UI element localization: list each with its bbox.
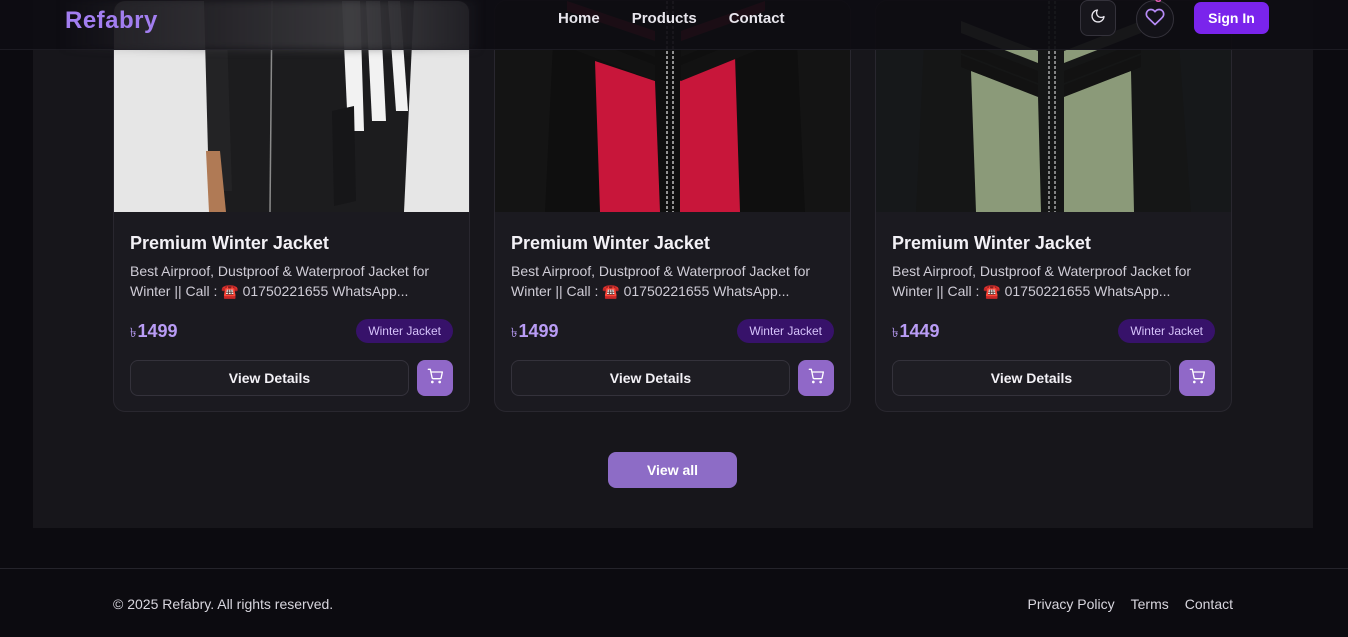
products-section: Premium Winter Jacket Best Airproof, Dus… — [33, 0, 1313, 528]
product-description: Best Airproof, Dustproof & Waterproof Ja… — [511, 263, 811, 299]
theme-toggle-button[interactable] — [1080, 0, 1116, 36]
product-card[interactable]: Premium Winter Jacket Best Airproof, Dus… — [494, 0, 851, 412]
product-price: ৳1499 — [130, 321, 178, 345]
currency-symbol: ৳ — [892, 325, 899, 340]
sign-in-button[interactable]: Sign In — [1194, 2, 1269, 34]
product-card[interactable]: Premium Winter Jacket Best Airproof, Dus… — [113, 0, 470, 412]
site-header: Refabry Home Products Contact 3 Sign In — [0, 0, 1348, 50]
product-description: Best Airproof, Dustproof & Waterproof Ja… — [130, 263, 430, 299]
category-badge: Winter Jacket — [356, 319, 453, 343]
view-details-button[interactable]: View Details — [130, 360, 409, 396]
product-card[interactable]: Premium Winter Jacket Best Airproof, Dus… — [875, 0, 1232, 412]
wishlist-count-badge: 3 — [1155, 0, 1162, 5]
main-nav: Home Products Contact — [558, 10, 785, 27]
category-badge: Winter Jacket — [737, 319, 834, 343]
cart-icon — [427, 368, 443, 389]
product-title[interactable]: Premium Winter Jacket — [892, 233, 1091, 254]
nav-link-contact[interactable]: Contact — [729, 10, 785, 27]
cart-icon — [1189, 368, 1205, 389]
moon-icon — [1090, 8, 1106, 29]
nav-link-home[interactable]: Home — [558, 10, 600, 27]
cart-icon — [808, 368, 824, 389]
price-value: 1499 — [137, 321, 178, 341]
product-price: ৳1499 — [511, 321, 559, 345]
footer-link-privacy[interactable]: Privacy Policy — [1027, 596, 1114, 612]
nav-link-products[interactable]: Products — [632, 10, 697, 27]
price-value: 1449 — [899, 321, 940, 341]
currency-symbol: ৳ — [511, 325, 518, 340]
footer-links: Privacy Policy Terms Contact — [1027, 596, 1233, 612]
footer-link-contact[interactable]: Contact — [1185, 596, 1233, 612]
heart-icon — [1145, 7, 1165, 32]
logo[interactable]: Refabry — [65, 7, 158, 35]
footer-link-terms[interactable]: Terms — [1131, 596, 1169, 612]
category-badge: Winter Jacket — [1118, 319, 1215, 343]
view-all-button[interactable]: View all — [608, 452, 737, 488]
wishlist-button[interactable] — [1136, 0, 1174, 38]
add-to-cart-button[interactable] — [1179, 360, 1215, 396]
site-footer: © 2025 Refabry. All rights reserved. Pri… — [0, 568, 1348, 637]
product-title[interactable]: Premium Winter Jacket — [511, 233, 710, 254]
add-to-cart-button[interactable] — [417, 360, 453, 396]
add-to-cart-button[interactable] — [798, 360, 834, 396]
view-details-button[interactable]: View Details — [892, 360, 1171, 396]
product-price: ৳1449 — [892, 321, 940, 345]
product-title[interactable]: Premium Winter Jacket — [130, 233, 329, 254]
product-description: Best Airproof, Dustproof & Waterproof Ja… — [892, 263, 1192, 299]
currency-symbol: ৳ — [130, 325, 137, 340]
copyright-text: © 2025 Refabry. All rights reserved. — [113, 596, 334, 612]
price-value: 1499 — [518, 321, 559, 341]
view-details-button[interactable]: View Details — [511, 360, 790, 396]
